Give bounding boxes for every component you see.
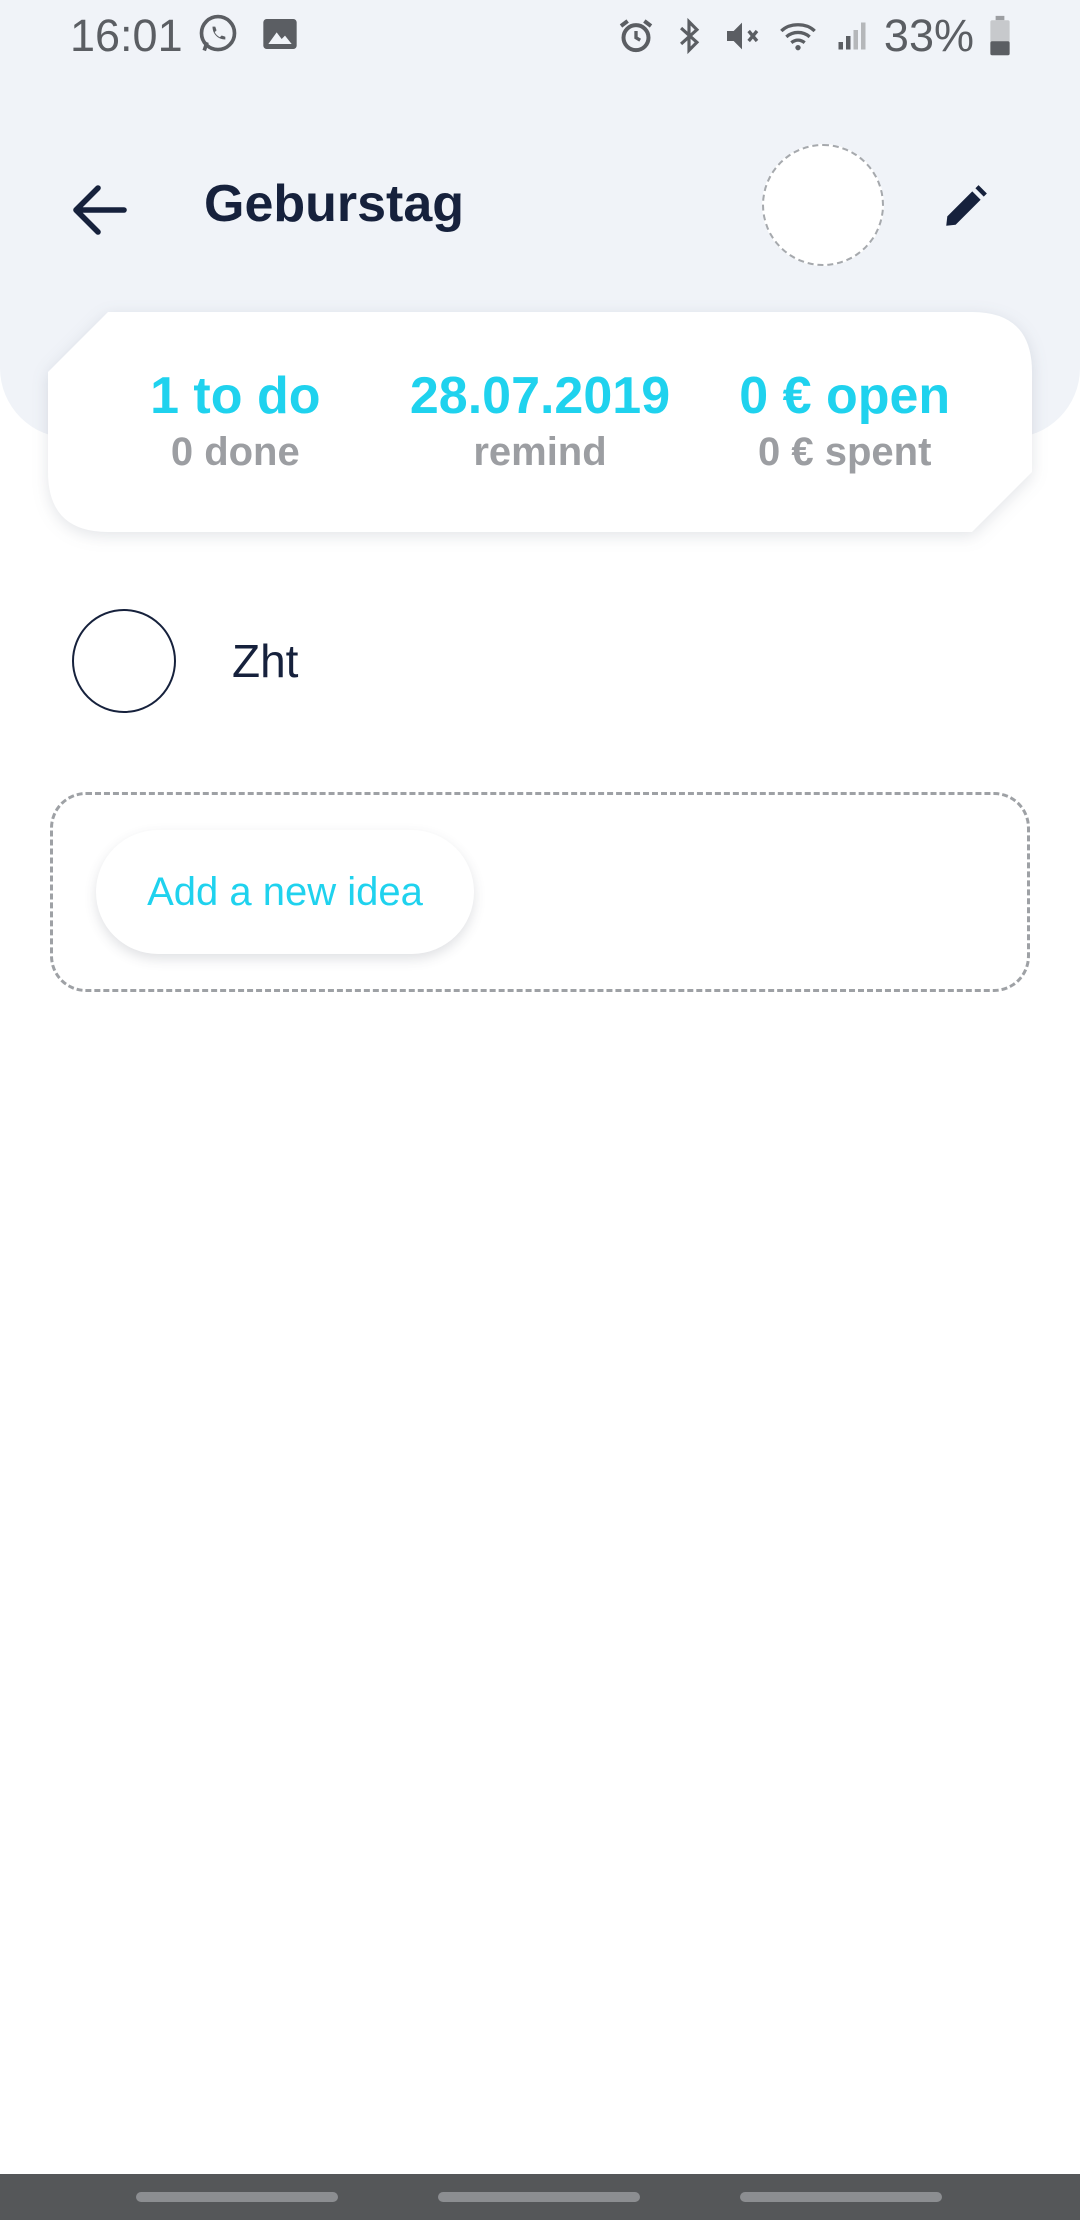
todo-count: 1 to do	[150, 367, 321, 425]
mute-icon	[722, 16, 762, 56]
remind-date: 28.07.2019	[409, 367, 671, 425]
status-left-icons	[196, 12, 300, 56]
pencil-icon	[940, 182, 990, 232]
idea-label: Zht	[232, 635, 299, 687]
idea-checkbox[interactable]	[72, 609, 176, 713]
back-button[interactable]	[60, 170, 140, 250]
nav-home-button[interactable]	[438, 2192, 640, 2202]
bluetooth-icon	[670, 16, 708, 56]
money-spent: 0 € spent	[758, 430, 932, 474]
stat-todo: 1 to do 0 done	[115, 366, 355, 478]
nav-back-button[interactable]	[740, 2192, 942, 2202]
list-item[interactable]: Zht	[72, 608, 1012, 714]
status-time: 16:01	[70, 10, 183, 61]
image-icon	[260, 14, 300, 54]
toolbar: Geburstag	[0, 130, 1080, 280]
wifi-icon	[776, 16, 820, 56]
stat-money: 0 € open 0 € spent	[725, 366, 965, 478]
stat-remind: 28.07.2019 remind	[410, 366, 670, 478]
nav-recents-button[interactable]	[136, 2192, 338, 2202]
navigation-bar	[0, 2174, 1080, 2220]
add-idea-button[interactable]: Add a new idea	[96, 830, 474, 954]
whatsapp-icon	[196, 12, 240, 56]
arrow-left-icon	[72, 184, 128, 236]
status-right-icons: 33%	[616, 10, 1012, 62]
event-avatar[interactable]	[762, 144, 884, 266]
alarm-icon	[616, 16, 656, 56]
remind-label: remind	[473, 430, 607, 474]
signal-icon	[834, 16, 870, 56]
done-count: 0 done	[170, 430, 300, 474]
battery-icon	[988, 15, 1012, 57]
edit-button[interactable]	[930, 172, 1000, 242]
status-bar: 16:01 33%	[0, 0, 1080, 76]
app-screen: 16:01 33% Geburstag 1 to do 0 done 28.07…	[0, 0, 1080, 2220]
page-title: Geburstag	[204, 175, 465, 233]
summary-card: 1 to do 0 done 28.07.2019 remind 0 € ope…	[48, 312, 1032, 532]
summary-card-content: 1 to do 0 done 28.07.2019 remind 0 € ope…	[48, 312, 1032, 532]
battery-percent: 33%	[883, 10, 974, 61]
money-open: 0 € open	[739, 367, 951, 425]
